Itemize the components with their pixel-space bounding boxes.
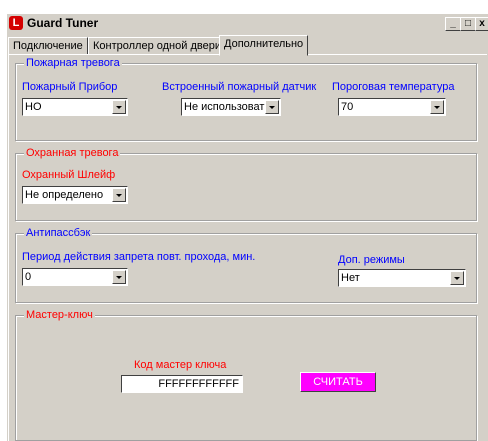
master-key-code-label: Код мастер ключа — [134, 359, 227, 371]
app-logo-icon[interactable]: L — [9, 16, 23, 30]
close-button[interactable]: x — [475, 17, 488, 31]
tab-panel-additional: Пожарная тревога Пожарный Прибор НО Встр… — [8, 54, 487, 441]
fire-alarm-legend: Пожарная тревога — [24, 57, 122, 70]
fire-device-label: Пожарный Прибор — [22, 81, 118, 93]
security-loop-select[interactable]: Не определено — [22, 186, 128, 204]
chevron-down-icon[interactable] — [450, 271, 464, 285]
security-alarm-group: Охранная тревога Охранный Шлейф Не опред… — [15, 147, 477, 221]
chevron-down-icon[interactable] — [112, 188, 126, 202]
window-title: Guard Tuner — [27, 16, 99, 30]
app-window: L Guard Tuner _ □ x Подключение Контролл… — [6, 13, 488, 441]
maximize-button[interactable]: □ — [460, 17, 476, 31]
chevron-down-icon[interactable] — [112, 270, 126, 284]
master-key-code-field[interactable]: FFFFFFFFFFFF — [121, 375, 243, 393]
security-loop-value: Не определено — [25, 189, 104, 201]
fire-alarm-group: Пожарная тревога Пожарный Прибор НО Встр… — [15, 57, 477, 141]
threshold-temp-value: 70 — [341, 101, 354, 113]
security-alarm-legend: Охранная тревога — [24, 147, 121, 160]
threshold-temp-select[interactable]: 70 — [338, 98, 446, 116]
extra-modes-select[interactable]: Нет — [338, 269, 466, 287]
antipassback-legend: Антипассбэк — [24, 227, 93, 240]
antipassback-group: Антипассбэк Период действия запрета повт… — [15, 227, 477, 303]
chevron-down-icon[interactable] — [112, 100, 126, 114]
title-bar[interactable]: L Guard Tuner _ □ x — [7, 14, 488, 33]
ban-period-label: Период действия запрета повт. прохода, м… — [22, 251, 256, 263]
extra-modes-value: Нет — [341, 272, 360, 284]
extra-modes-label: Доп. режимы — [338, 254, 405, 266]
ban-period-value: 0 — [25, 271, 32, 283]
tab-connection[interactable]: Подключение — [8, 37, 88, 54]
builtin-sensor-select[interactable]: Не использовать — [181, 98, 281, 116]
master-key-group: Мастер-ключ Код мастер ключа FFFFFFFFFFF… — [15, 309, 477, 441]
master-key-legend: Мастер-ключ — [24, 309, 95, 322]
fire-device-value: НО — [25, 101, 42, 113]
read-button[interactable]: СЧИТАТЬ — [300, 372, 376, 392]
chevron-down-icon[interactable] — [265, 100, 279, 114]
threshold-temp-label: Пороговая температура — [332, 81, 455, 93]
builtin-sensor-value: Не использовать — [184, 101, 271, 113]
tab-additional[interactable]: Дополнительно — [219, 35, 309, 56]
chevron-down-icon[interactable] — [430, 100, 444, 114]
minimize-button[interactable]: _ — [445, 17, 461, 31]
builtin-sensor-label: Встроенный пожарный датчик — [162, 81, 317, 93]
security-loop-label: Охранный Шлейф — [22, 169, 116, 181]
ban-period-select[interactable]: 0 — [22, 268, 128, 286]
tab-single-door-controller[interactable]: Контроллер одной двери — [88, 37, 226, 54]
fire-device-select[interactable]: НО — [22, 98, 128, 116]
